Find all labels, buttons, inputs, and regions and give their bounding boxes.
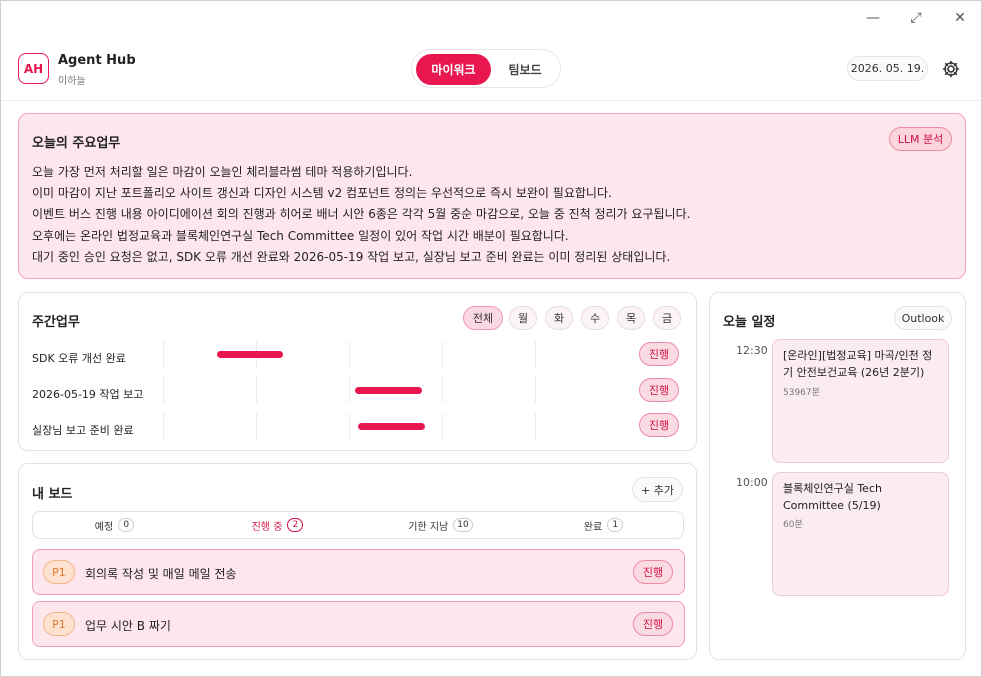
date-picker[interactable]: 2026. 05. 19.	[847, 56, 928, 81]
summary-line: 오후에는 온라인 법정교육과 블록체인연구실 Tech Committee 일정…	[32, 228, 569, 243]
filter-planned[interactable]: 예정 0	[33, 512, 196, 538]
event-time: 10:00	[736, 476, 768, 489]
day-filter-all[interactable]: 전체	[463, 306, 503, 330]
weekly-row: SDK 오류 개선 완료 진행	[19, 339, 696, 375]
status-button[interactable]: 진행	[633, 612, 673, 636]
weekly-row-label: 2026-05-19 작업 보고	[32, 388, 144, 401]
filter-in-progress[interactable]: 진행 중 2	[196, 512, 359, 538]
filter-overdue[interactable]: 기한 지남 10	[359, 512, 522, 538]
app-name: Agent Hub	[58, 53, 136, 68]
event-time: 12:30	[736, 344, 768, 357]
status-button[interactable]: 진행	[639, 342, 679, 366]
title-bar: — ⤢ ✕	[1, 1, 981, 35]
count-badge: 10	[453, 518, 473, 532]
filter-label: 완료	[583, 521, 603, 533]
close-icon[interactable]: ✕	[946, 7, 974, 29]
grid-divider	[442, 413, 443, 439]
day-filter-wed[interactable]: 수	[581, 306, 609, 330]
timeline-bar[interactable]	[358, 423, 425, 430]
minimize-icon[interactable]: —	[859, 7, 887, 29]
summary-line: 이벤트 버스 진행 내용 아이디에이션 회의 진행과 히어로 배너 시안 6종은…	[32, 207, 691, 222]
grid-divider	[163, 341, 164, 367]
grid-divider	[349, 377, 350, 403]
maximize-icon[interactable]: ⤢	[902, 7, 930, 29]
view-switcher: 마이워크 팀보드	[411, 49, 561, 88]
filter-done[interactable]: 완료 1	[522, 512, 685, 538]
add-task-button[interactable]: + 추가	[632, 477, 683, 502]
schedule-title: 오늘 일정	[723, 315, 776, 330]
weekly-title: 주간업무	[32, 315, 80, 330]
summary-line: 오늘 가장 먼저 처리할 일은 마감이 오늘인 체리블라썸 테마 적용하기입니다…	[32, 165, 413, 179]
status-button[interactable]: 진행	[639, 413, 679, 437]
weekly-row-label: SDK 오류 개선 완료	[32, 352, 126, 365]
today-schedule-card: 오늘 일정 Outlook 12:30 [온라인][법정교육] 마곡/인천 정기…	[709, 292, 966, 660]
grid-divider	[163, 413, 164, 439]
weekly-row-label: 실장님 보고 준비 완료	[32, 424, 134, 437]
task-title: 회의록 작성 및 매일 메일 전송	[85, 567, 237, 581]
filter-label: 기한 지남	[408, 521, 449, 533]
task-card[interactable]: P1 업무 시안 B 짜기 진행	[32, 601, 685, 647]
day-filter-tue[interactable]: 화	[545, 306, 573, 330]
app-window: — ⤢ ✕ AH Agent Hub 이하늘 마이워크 팀보드 2026. 05…	[0, 0, 982, 677]
app-logo: AH	[18, 53, 49, 84]
event-title: 블록체인연구실 Tech Committee (5/19)	[783, 482, 882, 512]
event-card[interactable]: [온라인][법정교육] 마곡/인천 정기 안전보건교육 (26년 2분기) 53…	[772, 339, 949, 463]
day-filter-thu[interactable]: 목	[617, 306, 645, 330]
event-duration: 53967분	[783, 388, 820, 398]
grid-divider	[535, 377, 536, 403]
summary-line: 대기 중인 승인 요청은 없고, SDK 오류 개선 완료와 2026-05-1…	[32, 249, 671, 264]
my-board-card: 내 보드 + 추가 예정 0 진행 중 2 기한 지남 10 완료 1 P1 회…	[18, 463, 697, 660]
weekly-row: 2026-05-19 작업 보고 진행	[19, 375, 696, 411]
filter-label: 예정	[94, 521, 114, 533]
grid-divider	[442, 377, 443, 403]
day-filter-fri[interactable]: 금	[653, 306, 681, 330]
summary-title: 오늘의 주요업무	[32, 136, 121, 151]
status-filter-bar: 예정 0 진행 중 2 기한 지남 10 완료 1	[32, 511, 684, 539]
event-card[interactable]: 블록체인연구실 Tech Committee (5/19) 60분	[772, 472, 949, 596]
app-header: AH Agent Hub 이하늘 마이워크 팀보드 2026. 05. 19.	[1, 35, 981, 101]
task-card[interactable]: P1 회의록 작성 및 매일 메일 전송 진행	[32, 549, 685, 595]
grid-divider	[535, 413, 536, 439]
event-duration: 60분	[783, 520, 803, 530]
grid-divider	[442, 341, 443, 367]
day-filter-mon[interactable]: 월	[509, 306, 537, 330]
outlook-button[interactable]: Outlook	[894, 306, 952, 330]
tab-teamboard[interactable]: 팀보드	[492, 54, 558, 85]
task-title: 업무 시안 B 짜기	[85, 619, 171, 633]
grid-divider	[256, 413, 257, 439]
count-badge: 0	[118, 518, 135, 532]
settings-gear-icon[interactable]	[939, 57, 963, 81]
timeline-bar[interactable]	[217, 351, 283, 358]
tab-mywork[interactable]: 마이워크	[416, 54, 491, 85]
llm-analyze-button[interactable]: LLM 분석	[889, 127, 952, 151]
count-badge: 1	[607, 518, 624, 532]
daily-summary-card: 오늘의 주요업무 LLM 분석 오늘 가장 먼저 처리할 일은 마감이 오늘인 …	[18, 113, 966, 279]
timeline-bar[interactable]	[355, 387, 422, 394]
status-button[interactable]: 진행	[633, 560, 673, 584]
weekly-row: 실장님 보고 준비 완료 진행	[19, 411, 696, 447]
grid-divider	[349, 341, 350, 367]
weekly-tasks-card: 주간업무 전체 월 화 수 목 금 SDK 오류 개선 완료 진행 2026-0…	[18, 292, 697, 451]
count-badge: 2	[287, 518, 304, 532]
summary-text: 오늘 가장 먼저 처리할 일은 마감이 오늘인 체리블라썸 테마 적용하기입니다…	[32, 162, 952, 268]
grid-divider	[349, 413, 350, 439]
status-button[interactable]: 진행	[639, 378, 679, 402]
summary-line: 이미 마감이 지난 포트폴리오 사이트 갱신과 디자인 시스템 v2 컴포넌트 …	[32, 186, 612, 201]
event-title: [온라인][법정교육] 마곡/인천 정기 안전보건교육 (26년 2분기)	[783, 349, 933, 379]
priority-badge: P1	[43, 560, 75, 584]
grid-divider	[535, 341, 536, 367]
filter-label: 진행 중	[251, 521, 283, 533]
board-title: 내 보드	[32, 487, 73, 502]
grid-divider	[163, 377, 164, 403]
grid-divider	[256, 377, 257, 403]
user-name: 이하늘	[58, 76, 86, 87]
priority-badge: P1	[43, 612, 75, 636]
